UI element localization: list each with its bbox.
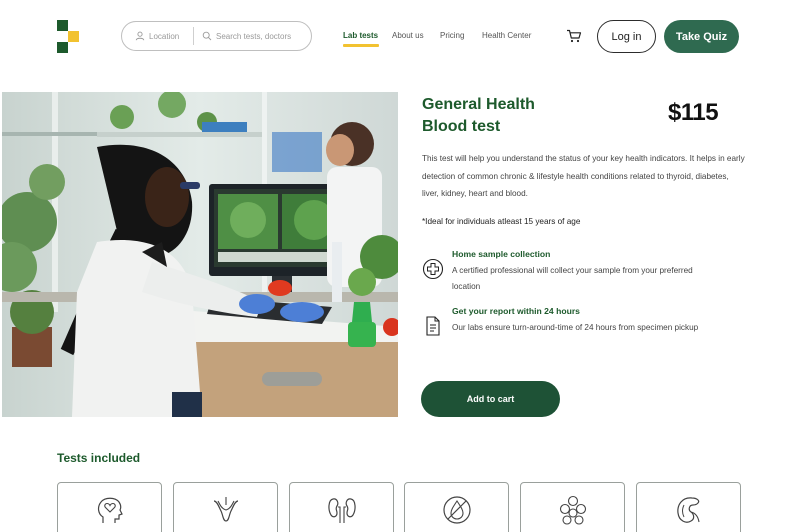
test-card-blood[interactable] xyxy=(404,482,509,532)
cart-icon[interactable] xyxy=(566,29,582,43)
search-bar[interactable]: Location Search tests, doctors xyxy=(121,21,312,51)
nav-lab-tests[interactable]: Lab tests xyxy=(343,31,378,40)
report-document-icon xyxy=(426,316,440,336)
active-nav-underline xyxy=(343,44,379,47)
take-quiz-button[interactable]: Take Quiz xyxy=(664,20,739,53)
medical-cross-icon xyxy=(422,258,444,280)
nav-health-center[interactable]: Health Center xyxy=(482,31,531,40)
logo[interactable] xyxy=(57,20,79,53)
lab-scene-illustration xyxy=(2,92,398,417)
search-icon xyxy=(202,31,212,41)
search-input[interactable]: Search tests, doctors xyxy=(194,31,291,41)
kidney-icon xyxy=(676,497,700,523)
no-blood-drop-icon xyxy=(442,496,471,524)
test-card-kidneys[interactable] xyxy=(289,482,394,532)
nav-about-us[interactable]: About us xyxy=(392,31,424,40)
feature-desc-home-collection: A certified professional will collect yo… xyxy=(452,266,693,291)
user-icon xyxy=(135,31,145,41)
search-placeholder: Search tests, doctors xyxy=(216,31,292,41)
login-button[interactable]: Log in xyxy=(597,20,656,53)
test-card-thyroid[interactable] xyxy=(173,482,278,532)
product-title: General Health Blood test xyxy=(422,96,535,135)
product-price: $115 xyxy=(668,99,719,126)
nav-pricing[interactable]: Pricing xyxy=(440,31,464,40)
feature-title-home-collection: Home sample collection xyxy=(452,249,551,259)
feature-desc-report-24h: Our labs ensure turn-around-time of 24 h… xyxy=(452,323,699,332)
hero-lab-photo xyxy=(2,92,398,417)
head-heart-icon xyxy=(97,497,123,523)
age-requirement: *Ideal for individuals atleast 15 years … xyxy=(422,217,581,226)
logo-square-green xyxy=(57,20,68,31)
location-input[interactable]: Location xyxy=(122,31,193,41)
tests-included-title: Tests included xyxy=(57,451,141,465)
feature-title-report-24h: Get your report within 24 hours xyxy=(452,306,580,316)
test-card-kidney-function[interactable] xyxy=(636,482,741,532)
test-card-mental-heart[interactable] xyxy=(57,482,162,532)
thyroid-icon xyxy=(213,497,238,522)
logo-square-yellow xyxy=(68,31,79,42)
cells-icon xyxy=(559,495,586,525)
test-card-cells[interactable] xyxy=(520,482,625,532)
product-description: This test will help you understand the s… xyxy=(422,154,745,198)
logo-square-green xyxy=(57,42,68,53)
location-placeholder: Location xyxy=(149,31,180,41)
add-to-cart-button[interactable]: Add to cart xyxy=(421,381,560,417)
kidneys-icon xyxy=(327,498,356,523)
